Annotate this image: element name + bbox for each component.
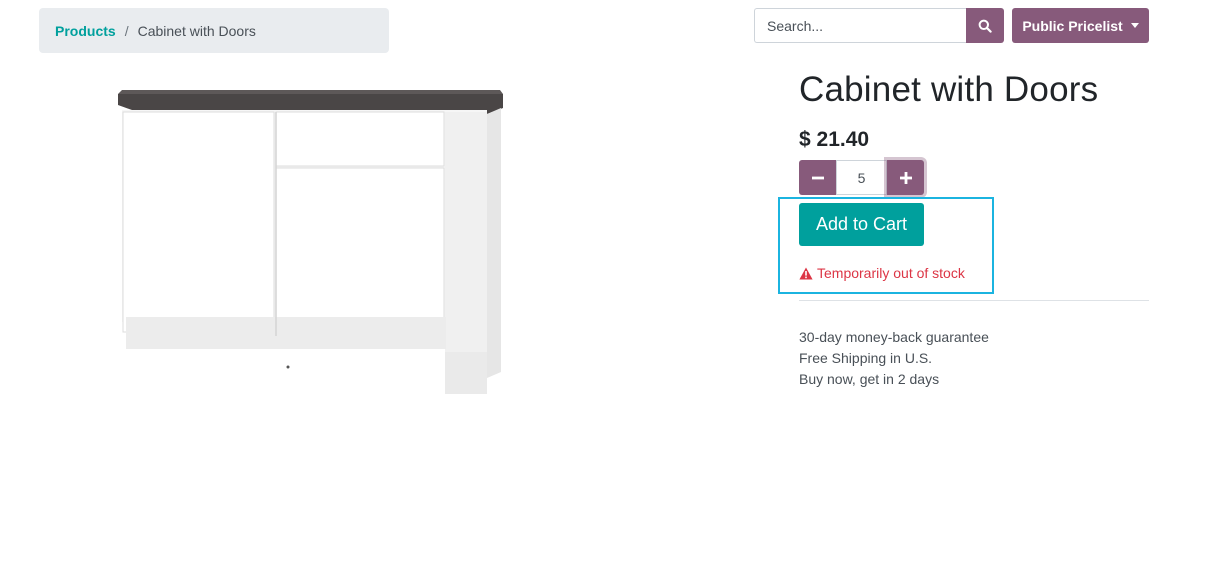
guarantee-list: 30-day money-back guarantee Free Shippin… <box>799 327 989 390</box>
quantity-input[interactable] <box>836 160 887 195</box>
stock-warning: Temporarily out of stock <box>799 265 965 281</box>
guarantee-item: 30-day money-back guarantee <box>799 329 989 345</box>
divider <box>799 300 1149 301</box>
add-to-cart-button[interactable]: Add to Cart <box>799 203 924 246</box>
pricelist-dropdown[interactable]: Public Pricelist <box>1012 8 1149 43</box>
minus-icon <box>811 176 824 179</box>
breadcrumb-separator: / <box>124 22 129 39</box>
quantity-increase-button[interactable] <box>887 160 924 195</box>
quantity-decrease-button[interactable] <box>799 160 836 195</box>
guarantee-item: Buy now, get in 2 days <box>799 371 940 387</box>
plus-icon <box>899 171 912 184</box>
search-icon <box>978 19 992 33</box>
caret-down-icon <box>1130 23 1139 28</box>
breadcrumb: Products / Cabinet with Doors <box>39 8 389 53</box>
warning-icon <box>799 267 813 279</box>
product-image <box>118 90 503 394</box>
breadcrumb-current: Cabinet with Doors <box>137 22 256 39</box>
search-group <box>754 8 1004 43</box>
search-button[interactable] <box>966 8 1004 43</box>
quantity-stepper <box>799 160 924 195</box>
search-input[interactable] <box>754 8 966 43</box>
product-price: $ 21.40 <box>799 128 870 151</box>
product-title: Cabinet with Doors <box>799 70 1099 109</box>
breadcrumb-products-link[interactable]: Products <box>55 23 116 39</box>
pricelist-label: Public Pricelist <box>1022 17 1123 34</box>
stock-warning-text: Temporarily out of stock <box>817 265 965 281</box>
guarantee-item: Free Shipping in U.S. <box>799 350 933 366</box>
